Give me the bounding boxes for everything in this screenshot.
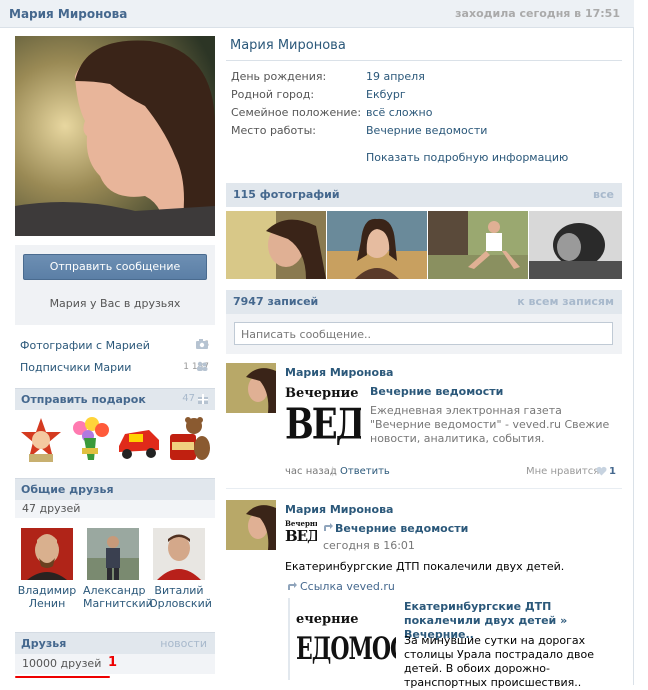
friend-first-name[interactable]: Виталий — [149, 584, 209, 597]
article-thumbnail[interactable]: ечерние ЕДОМОСТИ — [296, 600, 396, 680]
gift-car[interactable] — [115, 416, 163, 464]
source-link[interactable]: Ссылка veved.ru — [300, 580, 395, 593]
photos-all-link[interactable]: все — [593, 188, 614, 201]
friend-first-name[interactable]: Александр — [83, 584, 146, 597]
friend-card[interactable]: Александр Магнитский — [83, 528, 153, 610]
repost-source-title[interactable]: Вечерние ведомости — [335, 522, 468, 535]
photo-thumbnail[interactable] — [428, 211, 528, 279]
workplace-label: Место работы: — [231, 124, 316, 137]
repost-arrow-icon — [323, 522, 333, 532]
link-arrow-icon — [287, 581, 297, 591]
photos-title[interactable]: 115 фотографий — [233, 188, 340, 201]
friend-first-name[interactable]: Владимир — [17, 584, 77, 597]
article-logo-bottom: ЕДОМОСТИ — [296, 630, 396, 668]
relationship-label: Семейное положение: — [231, 106, 362, 119]
send-message-button[interactable]: Отправить сообщение — [23, 254, 207, 280]
annotation-number: 1 — [108, 655, 118, 670]
logo-bottom-text: ВЕДО — [285, 399, 361, 450]
heart-icon[interactable] — [596, 466, 607, 476]
logo-bottom-text: ВЕДО — [285, 527, 317, 545]
header-name[interactable]: Мария Миронова — [9, 7, 127, 21]
post-author-avatar[interactable] — [226, 363, 276, 413]
people-icon — [196, 361, 208, 371]
post-author-name[interactable]: Мария Миронова — [285, 503, 393, 516]
friends-news-link[interactable]: новости — [160, 637, 207, 650]
quote-bar — [288, 598, 290, 680]
repost-source-logo[interactable]: Вечерние ВЕДО — [285, 520, 317, 550]
friend-photo[interactable] — [21, 528, 73, 580]
friend-photo[interactable] — [153, 528, 205, 580]
post-reply-link[interactable]: Ответить — [340, 466, 390, 477]
article-logo-top: ечерние — [296, 612, 359, 627]
friend-card[interactable]: Владимир Ленин — [17, 528, 77, 610]
wall-header[interactable]: 7947 записей к всем записям — [226, 290, 622, 314]
post-link-title[interactable]: Вечерние ведомости — [370, 385, 503, 398]
wall-all-posts-link[interactable]: к всем записям — [517, 295, 614, 308]
friend-last-name[interactable]: Магнитский — [83, 597, 153, 610]
mutual-friends-count-row: 47 друзей — [15, 500, 215, 518]
photos-with-link[interactable]: Фотографии с Марией — [20, 339, 150, 352]
friends-title[interactable]: Друзья — [21, 637, 66, 650]
photo-thumbnail[interactable] — [529, 211, 622, 279]
wall-message-input[interactable]: Написать сообщение.. — [234, 322, 613, 345]
relationship-value[interactable]: всё сложно — [366, 106, 432, 119]
workplace-value[interactable]: Вечерние ведомости — [366, 124, 487, 137]
profile-page: Мария Миронова заходила сегодня в 17:51 … — [0, 0, 634, 689]
article-text: За минувшие сутки на дорогах столицы Ура… — [404, 634, 595, 689]
followers-link[interactable]: Подписчики Марии — [20, 361, 131, 374]
post-divider — [226, 488, 622, 489]
repost-time[interactable]: сегодня в 16:01 — [323, 539, 415, 552]
post-time[interactable]: час назад — [285, 466, 337, 477]
last-seen-status: заходила сегодня в 17:51 — [455, 7, 620, 20]
birthday-label: День рождения: — [231, 70, 327, 83]
divider — [226, 60, 622, 61]
friend-card[interactable]: Виталий Орловский — [149, 528, 212, 610]
gifts-count: 47 — [182, 393, 195, 404]
gifts-header[interactable]: Отправить подарок 47 — [15, 388, 215, 410]
birthday-value[interactable]: 19 апреля — [366, 70, 425, 83]
gift-badge[interactable] — [17, 416, 65, 464]
hometown-label: Родной город: — [231, 88, 315, 101]
gift-icon — [198, 394, 208, 404]
profile-name: Мария Миронова — [230, 38, 346, 53]
friend-status-text: Мария у Вас в друзьях — [49, 297, 181, 310]
photos-header[interactable]: 115 фотографий все — [226, 183, 622, 207]
mutual-friends-title[interactable]: Общие друзья — [21, 483, 114, 496]
friend-last-name[interactable]: Ленин — [17, 597, 77, 610]
post-text: Екатеринбургские ДТП покалечили двух дет… — [285, 560, 565, 573]
wall-composer: Написать сообщение.. — [226, 314, 622, 354]
separator: | — [331, 466, 335, 477]
gifts-title[interactable]: Отправить подарок — [21, 393, 146, 406]
show-more-info-link[interactable]: Показать подробную информацию — [366, 151, 568, 164]
friends-header[interactable]: Друзья новости — [15, 632, 215, 654]
like-label[interactable]: Мне нравится — [526, 466, 599, 477]
wall-title[interactable]: 7947 записей — [233, 295, 318, 308]
mutual-friends-count: 47 друзей — [22, 502, 81, 515]
post-author-name[interactable]: Мария Миронова — [285, 366, 393, 379]
newspaper-logo-image[interactable]: Вечерние ВЕДО — [285, 385, 361, 455]
post-link-description: Ежедневная электронная газета "Вечерние … — [370, 404, 610, 445]
friends-count[interactable]: 10000 друзей — [22, 657, 101, 670]
like-count: 1 — [609, 466, 616, 477]
photo-thumbnail[interactable] — [226, 211, 326, 279]
photo-thumbnail[interactable] — [327, 211, 427, 279]
hometown-value[interactable]: Екбург — [366, 88, 406, 101]
actions-box: Отправить сообщение Мария у Вас в друзья… — [15, 245, 215, 325]
profile-avatar[interactable] — [15, 36, 215, 236]
friend-photo[interactable] — [87, 528, 139, 580]
friend-last-name[interactable]: Орловский — [149, 597, 212, 610]
post-author-avatar[interactable] — [226, 500, 276, 550]
mutual-friends-header[interactable]: Общие друзья — [15, 478, 215, 500]
gift-flowers[interactable] — [66, 416, 114, 464]
camera-icon — [196, 339, 208, 349]
gift-bear[interactable] — [164, 416, 212, 464]
red-underline-annotation — [15, 676, 110, 678]
profile-header-bar: Мария Миронова заходила сегодня в 17:51 — [0, 0, 634, 28]
